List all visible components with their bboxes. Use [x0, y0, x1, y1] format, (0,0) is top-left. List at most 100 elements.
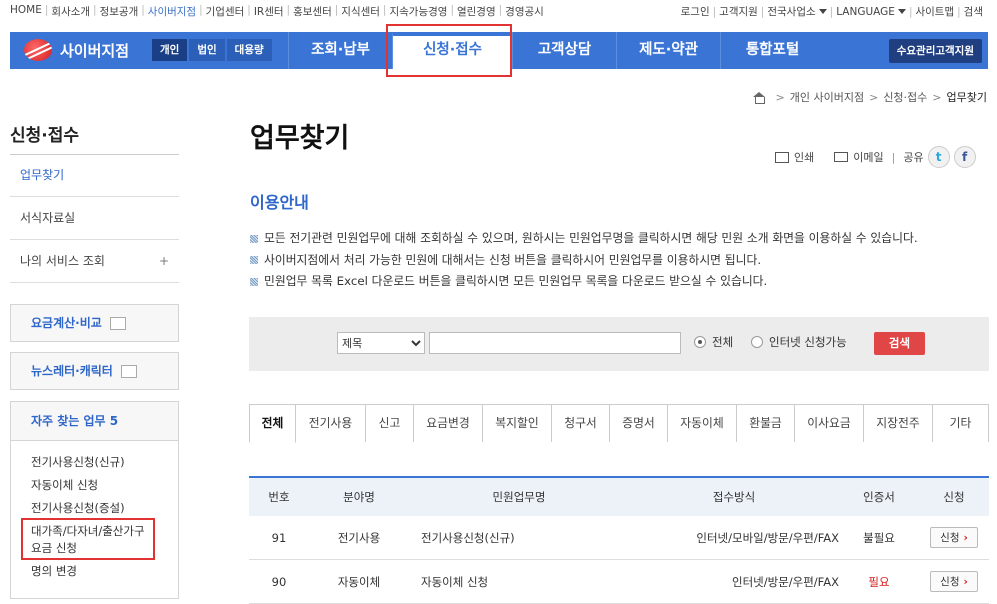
search-input[interactable] — [429, 332, 681, 354]
sidebar-box-rate-calc[interactable]: 요금계산·비교 — [10, 304, 179, 342]
bullet-icon — [250, 277, 258, 286]
breadcrumb-item[interactable]: 신청·접수 — [883, 89, 927, 105]
plus-icon[interactable]: + — [159, 240, 169, 283]
sidebar-item-forms[interactable]: 서식자료실 — [10, 197, 179, 240]
divider: | — [498, 4, 503, 16]
chevron-right-icon: > — [932, 90, 942, 104]
print-link[interactable]: 인쇄 — [794, 149, 814, 165]
main-menu: 조회·납부 신청·접수 고객상담 제도·약관 통합포털 — [288, 32, 824, 69]
util-link-sitemap[interactable]: 사이트맵 — [915, 4, 954, 19]
home-icon[interactable] — [752, 91, 765, 104]
column-header: 민원업무명 — [492, 490, 546, 504]
util-link-sustainability[interactable]: 지속가능경영 — [389, 4, 447, 19]
tab-bill[interactable]: 청구서 — [552, 404, 610, 442]
tab-refund[interactable]: 환불금 — [737, 404, 795, 442]
tab-all[interactable]: 전체 — [249, 404, 296, 443]
util-link-pr[interactable]: 홍보센터 — [293, 4, 332, 19]
page-title: 업무찾기 — [250, 123, 350, 154]
apply-button[interactable]: 신청 › — [930, 571, 978, 592]
demand-management-button[interactable]: 수요관리고객지원 — [888, 39, 982, 63]
window-icon — [121, 365, 138, 378]
window-icon — [110, 317, 126, 330]
favorite-task-item[interactable]: 자동이체 신청 — [31, 474, 178, 497]
favorite-task-item[interactable]: 전기사용신청(신규) — [31, 451, 178, 474]
breadcrumb-current: 업무찾기 — [946, 91, 987, 104]
radio-online[interactable]: 인터넷 신청가능 — [751, 334, 847, 350]
tab-rate-change[interactable]: 요금변경 — [414, 404, 483, 442]
menu-inquiry-payment[interactable]: 조회·납부 — [288, 32, 392, 69]
segment-corporate[interactable]: 법인 — [189, 39, 225, 61]
search-field-select[interactable]: 제목 — [337, 332, 425, 354]
radio-dot[interactable] — [694, 336, 706, 348]
divider: | — [957, 5, 961, 18]
tab-certificate[interactable]: 증명서 — [610, 404, 668, 442]
sidebar-item-task-finder[interactable]: 업무찾기 — [10, 154, 179, 197]
guide-item: 모든 전기관련 민원업무에 대해 조회하실 수 있으며, 원하시는 민원업무명을… — [250, 228, 918, 250]
tab-moving-rate[interactable]: 이사요금 — [795, 404, 864, 442]
favorite-task-item[interactable]: 명의 변경 — [31, 560, 178, 583]
sidebar-item-my-services[interactable]: 나의 서비스 조회 + — [10, 240, 179, 283]
cell-method: 인터넷/방문/우편/FAX — [732, 574, 839, 589]
cell-task-name[interactable]: 전기사용신청(신규) — [409, 516, 629, 559]
email-link[interactable]: 이메일 — [853, 149, 883, 165]
apply-label: 신청 — [940, 576, 960, 588]
util-link-open[interactable]: 열린경영 — [457, 4, 496, 19]
divider: | — [450, 4, 454, 16]
breadcrumb-item[interactable]: 개인 사이버지점 — [790, 89, 864, 105]
util-link-ir[interactable]: IR센터 — [254, 4, 284, 19]
guide-item: 사이버지점에서 처리 가능한 민원에 대해서는 신청 버튼을 클릭하시어 민원업… — [250, 250, 918, 272]
segment-personal[interactable]: 개인 — [152, 39, 188, 61]
util-link-login[interactable]: 로그인 — [681, 4, 710, 19]
util-link-home[interactable]: HOME — [10, 4, 42, 19]
tab-electricity[interactable]: 전기사용 — [296, 404, 366, 442]
divider: | — [712, 5, 717, 18]
search-button[interactable]: 검색 — [874, 332, 925, 355]
cell-certificate: 필요 — [868, 574, 890, 589]
tab-etc[interactable]: 기타 — [933, 404, 989, 442]
sidebar-box-newsletter[interactable]: 뉴스레터·캐릭터 — [10, 352, 179, 390]
apply-label: 신청 — [940, 532, 960, 544]
print-icon[interactable] — [775, 151, 789, 163]
sidebar-box-label: 뉴스레터·캐릭터 — [31, 364, 113, 378]
chevron-down-icon[interactable] — [897, 9, 906, 14]
chevron-down-icon[interactable] — [818, 9, 827, 14]
menu-policy-terms[interactable]: 제도·약관 — [616, 32, 720, 69]
tab-welfare-discount[interactable]: 복지할인 — [483, 404, 552, 442]
tab-pole-relocation[interactable]: 지장전주 — [864, 404, 933, 442]
divider: | — [891, 150, 896, 164]
sidebar-item-label: 나의 서비스 조회 — [20, 254, 105, 268]
twitter-icon[interactable]: t — [927, 146, 950, 168]
breadcrumb: > 개인 사이버지점 > 신청·접수 > 업무찾기 — [752, 89, 987, 105]
util-link-language[interactable]: LANGUAGE — [836, 6, 895, 18]
util-link-about[interactable]: 회사소개 — [51, 4, 90, 19]
menu-consultation[interactable]: 고객상담 — [512, 32, 616, 69]
menu-portal[interactable]: 통합포털 — [720, 32, 824, 69]
guide-list: 모든 전기관련 민원업무에 대해 조회하실 수 있으며, 원하시는 민원업무명을… — [250, 228, 918, 293]
cell-method: 인터넷/모바일/방문/우편/FAX — [696, 530, 839, 545]
cell-task-name[interactable]: 자동이체 신청 — [409, 560, 629, 603]
util-link-support[interactable]: 고객지원 — [719, 4, 758, 19]
mail-icon[interactable] — [834, 152, 849, 162]
utility-nav-left: HOME | 회사소개 | 정보공개 | 사이버지점 | 기업센터 | IR센터 | 홍보센… — [10, 4, 544, 19]
facebook-icon[interactable]: f — [953, 146, 976, 168]
site-logo[interactable]: 사이버지점 — [24, 39, 129, 61]
util-link-search[interactable]: 검색 — [964, 4, 983, 19]
util-link-knowledge[interactable]: 지식센터 — [341, 4, 380, 19]
util-link-offices[interactable]: 전국사업소 — [767, 4, 815, 19]
favorite-task-item[interactable]: 전기사용신청(증설) — [31, 497, 178, 520]
radio-all[interactable]: 전체 — [694, 334, 733, 350]
column-header: 접수방식 — [712, 490, 756, 504]
divider: | — [93, 4, 97, 16]
tab-auto-transfer[interactable]: 자동이체 — [668, 404, 737, 442]
cell-number: 90 — [271, 574, 287, 589]
guide-item: 민원업무 목록 Excel 다운로드 버튼을 클릭하시면 모든 민원업무 목록을… — [250, 271, 918, 293]
util-link-disclosure-mgmt[interactable]: 경영공시 — [505, 4, 544, 19]
radio-dot[interactable] — [751, 336, 763, 348]
util-link-cyber-branch[interactable]: 사이버지점 — [148, 4, 196, 19]
util-link-disclosure[interactable]: 정보공개 — [100, 4, 139, 19]
util-link-business[interactable]: 기업센터 — [206, 4, 245, 19]
cell-apply: 신청 › — [919, 516, 989, 559]
apply-button[interactable]: 신청 › — [930, 527, 978, 548]
tab-report[interactable]: 신고 — [366, 404, 414, 442]
segment-large[interactable]: 대용량 — [226, 39, 272, 61]
